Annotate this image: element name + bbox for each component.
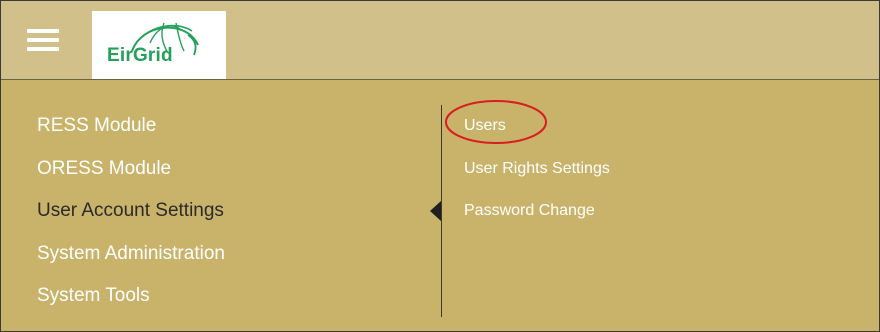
hamburger-menu-icon[interactable]	[27, 29, 59, 51]
active-submenu-caret-icon	[430, 201, 441, 221]
submenu-item-password-change[interactable]: Password Change	[464, 198, 610, 241]
logo-wordmark: EirGrid	[107, 45, 173, 66]
menu-item-system-tools[interactable]: System Tools	[37, 281, 225, 324]
main-menu: RESS Module ORESS Module User Account Se…	[37, 111, 225, 324]
hamburger-line	[27, 38, 59, 42]
menu-item-user-account-settings[interactable]: User Account Settings	[37, 196, 225, 239]
submenu-item-user-rights-settings[interactable]: User Rights Settings	[464, 156, 610, 199]
menu-item-oress-module[interactable]: ORESS Module	[37, 154, 225, 197]
hamburger-line	[27, 47, 59, 51]
app-window: EirGrid RESS Module ORESS Module User Ac…	[0, 0, 880, 332]
hamburger-line	[27, 29, 59, 33]
eirgrid-logo[interactable]: EirGrid	[92, 11, 226, 79]
menu-item-system-administration[interactable]: System Administration	[37, 239, 225, 282]
red-highlight-circle	[445, 100, 547, 144]
menu-item-ress-module[interactable]: RESS Module	[37, 111, 225, 154]
submenu-divider	[441, 105, 442, 317]
top-header: EirGrid	[1, 1, 879, 80]
